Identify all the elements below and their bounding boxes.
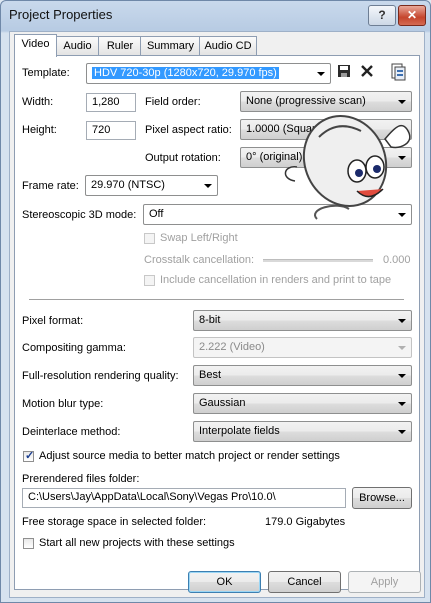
- frame-rate-combo[interactable]: 29.970 (NTSC): [85, 175, 218, 196]
- save-icon[interactable]: [335, 64, 353, 82]
- mouse-mascot-icon: [277, 109, 417, 232]
- prerender-label: Prerendered files folder:: [22, 473, 140, 485]
- chevron-down-icon: [398, 100, 406, 104]
- deinterlace-value: Interpolate fields: [199, 425, 280, 437]
- start-all-label: Start all new projects with these settin…: [39, 537, 235, 549]
- chevron-down-icon: [398, 319, 406, 323]
- stereo-label: Stereoscopic 3D mode:: [22, 209, 137, 221]
- width-label: Width:: [22, 96, 54, 108]
- deinterlace-combo[interactable]: Interpolate fields: [193, 421, 412, 442]
- chevron-down-icon: [398, 402, 406, 406]
- close-button[interactable]: ✕: [398, 5, 426, 26]
- field-order-label: Field order:: [145, 96, 201, 108]
- divider: [29, 299, 404, 301]
- help-button[interactable]: ?: [368, 5, 396, 26]
- adjust-source-checkbox[interactable]: ✓: [23, 450, 35, 462]
- output-rotation-label: Output rotation:: [145, 152, 221, 164]
- frame-rate-value: 29.970 (NTSC): [91, 179, 165, 191]
- quality-combo[interactable]: Best: [193, 365, 412, 386]
- tab-audio-cd[interactable]: Audio CD: [199, 36, 257, 55]
- width-field[interactable]: 1,280: [86, 93, 136, 112]
- browse-button[interactable]: Browse...: [352, 487, 412, 509]
- stereo-value: Off: [149, 208, 164, 220]
- chevron-down-icon: [398, 346, 406, 350]
- tab-ruler[interactable]: Ruler: [98, 36, 142, 55]
- free-storage-label: Free storage space in selected folder:: [22, 516, 207, 528]
- pixel-format-label: Pixel format:: [22, 315, 84, 327]
- gamma-combo[interactable]: 2.222 (Video): [193, 337, 412, 358]
- prerender-folder-field[interactable]: C:\Users\Jay\AppData\Local\Sony\Vegas Pr…: [22, 488, 346, 508]
- apply-button[interactable]: Apply: [348, 571, 421, 593]
- tab-video[interactable]: Video: [14, 34, 57, 57]
- gamma-value: 2.222 (Video): [199, 341, 265, 353]
- template-label: Template:: [22, 67, 70, 79]
- pixel-format-combo[interactable]: 8-bit: [193, 310, 412, 331]
- chevron-down-icon: [398, 374, 406, 378]
- height-field[interactable]: 720: [86, 121, 136, 140]
- motion-blur-value: Gaussian: [199, 397, 246, 409]
- tab-summary[interactable]: Summary: [140, 36, 201, 55]
- pixel-aspect-label: Pixel aspect ratio:: [145, 124, 232, 136]
- window-title: Project Properties: [9, 7, 113, 22]
- include-cancellation-label: Include cancellation in renders and prin…: [160, 274, 392, 286]
- field-order-value: None (progressive scan): [246, 95, 366, 107]
- dialog-body: Video Audio Ruler Summary Audio CD Templ…: [9, 31, 425, 598]
- motion-blur-combo[interactable]: Gaussian: [193, 393, 412, 414]
- height-label: Height:: [22, 124, 57, 136]
- free-storage-value: 179.0 Gigabytes: [265, 516, 346, 528]
- ok-button[interactable]: OK: [188, 571, 261, 593]
- start-all-checkbox[interactable]: [23, 538, 34, 549]
- tab-audio[interactable]: Audio: [55, 36, 100, 55]
- template-value: HDV 720-30p (1280x720, 29.970 fps): [92, 67, 279, 79]
- quality-value: Best: [199, 369, 222, 381]
- crosstalk-label: Crosstalk cancellation:: [144, 254, 255, 266]
- delete-icon[interactable]: [358, 64, 376, 82]
- crosstalk-slider[interactable]: [263, 259, 373, 262]
- match-media-icon[interactable]: [389, 63, 407, 81]
- video-tab-panel: Template: HDV 720-30p (1280x720, 29.970 …: [14, 55, 420, 590]
- crosstalk-value: 0.000: [383, 254, 411, 266]
- chevron-down-icon: [204, 184, 212, 188]
- gamma-label: Compositing gamma:: [22, 342, 126, 354]
- adjust-source-label: Adjust source media to better match proj…: [39, 450, 340, 462]
- checkmark-icon: ✓: [25, 450, 35, 462]
- cancel-button[interactable]: Cancel: [268, 571, 341, 593]
- chevron-down-icon: [398, 430, 406, 434]
- project-properties-window: Project Properties ? ✕ Video Audio Ruler…: [0, 0, 431, 603]
- chevron-down-icon: [317, 72, 325, 76]
- template-combo[interactable]: HDV 720-30p (1280x720, 29.970 fps): [86, 63, 331, 84]
- deinterlace-label: Deinterlace method:: [22, 426, 121, 438]
- swap-label: Swap Left/Right: [160, 232, 238, 244]
- pixel-format-value: 8-bit: [199, 314, 221, 326]
- title-bar[interactable]: Project Properties ? ✕: [1, 1, 430, 31]
- include-cancellation-checkbox[interactable]: [144, 275, 155, 286]
- swap-checkbox[interactable]: [144, 233, 155, 244]
- motion-blur-label: Motion blur type:: [22, 398, 104, 410]
- frame-rate-label: Frame rate:: [22, 180, 79, 192]
- quality-label: Full-resolution rendering quality:: [22, 370, 179, 382]
